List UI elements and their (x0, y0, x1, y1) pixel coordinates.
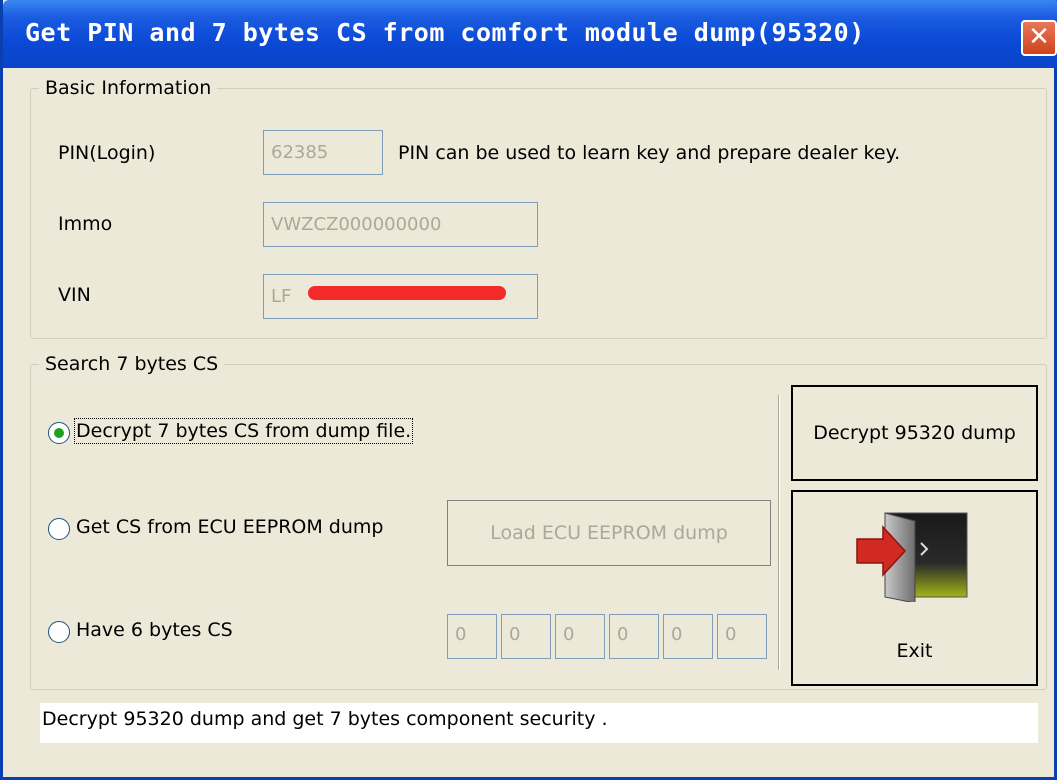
cs-byte-6[interactable]: 0 (717, 614, 767, 659)
radio-decrypt-dump-label[interactable]: Decrypt 7 bytes CS from dump file. (73, 418, 414, 444)
vertical-separator (778, 395, 780, 670)
exit-button-label: Exit (896, 640, 933, 662)
dialog-window: Get PIN and 7 bytes CS from comfort modu… (0, 0, 1057, 780)
cs-byte-2[interactable]: 0 (501, 614, 551, 659)
cs-byte-5[interactable]: 0 (663, 614, 713, 659)
radio-decrypt-dump[interactable] (48, 422, 70, 444)
basic-information-legend: Basic Information (45, 77, 212, 99)
pin-note: PIN can be used to learn key and prepare… (398, 142, 901, 164)
radio-selected-dot (54, 428, 64, 438)
pin-label: PIN(Login) (58, 142, 156, 164)
radio-ecu-eeprom-label[interactable]: Get CS from ECU EEPROM dump (76, 516, 383, 538)
window-title: Get PIN and 7 bytes CS from comfort modu… (25, 18, 865, 47)
cs-byte-4[interactable]: 0 (609, 614, 659, 659)
exit-door-icon (856, 512, 968, 602)
pin-field[interactable]: 62385 (263, 130, 383, 175)
title-bar[interactable]: Get PIN and 7 bytes CS from comfort modu… (3, 0, 1057, 68)
immo-label: Immo (58, 213, 113, 235)
close-icon: ✕ (1028, 22, 1050, 52)
radio-six-bytes-label[interactable]: Have 6 bytes CS (76, 619, 233, 641)
search-cs-legend: Search 7 bytes CS (45, 353, 219, 375)
decrypt-dump-button[interactable]: Decrypt 95320 dump (791, 385, 1038, 481)
basic-information-group: Basic Information (30, 77, 1047, 339)
status-message: Decrypt 95320 dump and get 7 bytes compo… (40, 703, 1038, 743)
load-ecu-eeprom-button[interactable]: Load ECU EEPROM dump (447, 500, 771, 566)
exit-button[interactable]: Exit (791, 490, 1038, 686)
immo-field[interactable]: VWZCZ000000000 (263, 202, 538, 247)
radio-six-bytes[interactable] (48, 621, 70, 643)
vin-label: VIN (58, 284, 91, 306)
vin-redaction-mark (308, 286, 506, 300)
radio-ecu-eeprom[interactable] (48, 518, 70, 540)
cs-byte-3[interactable]: 0 (555, 614, 605, 659)
close-button[interactable]: ✕ (1021, 20, 1057, 56)
cs-byte-1[interactable]: 0 (447, 614, 497, 659)
